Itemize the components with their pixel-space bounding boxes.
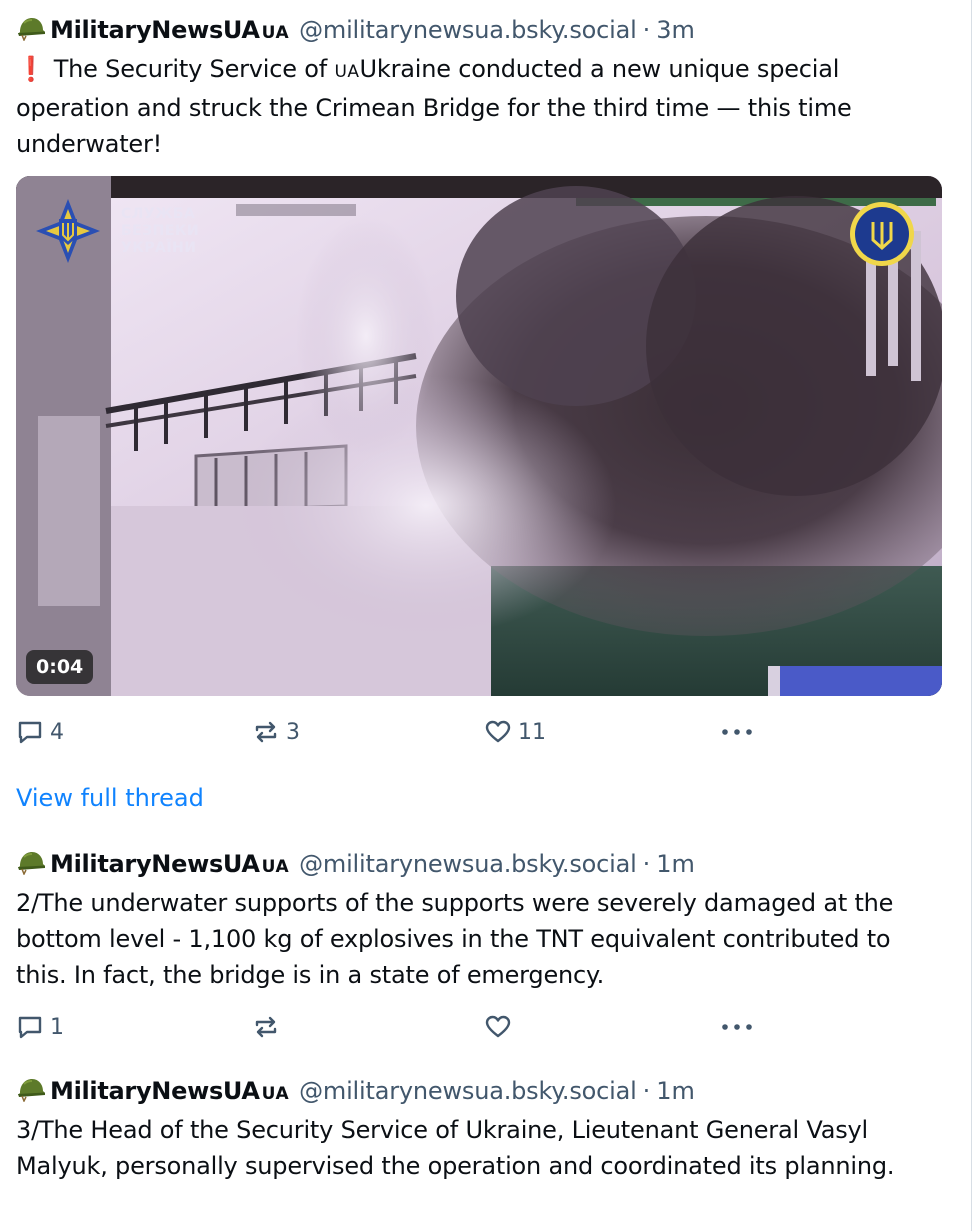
- watermark-line: УКРАЇНИ: [121, 240, 197, 256]
- watermark-line: СЛУЖБА: [121, 206, 196, 222]
- post-2[interactable]: MilitaryNewsUA UA @militarynewsua.bsky.s…: [16, 846, 946, 1049]
- video-player[interactable]: СЛУЖБА БЕЗПЕКИ УКРАЇНИ 0:04: [16, 176, 942, 696]
- author-name[interactable]: MilitaryNewsUA: [50, 16, 260, 44]
- repost-count: 3: [286, 719, 300, 745]
- post-time[interactable]: 1m: [656, 850, 695, 878]
- post-actions: 4 3 11: [16, 714, 946, 754]
- repost-button[interactable]: 3: [252, 718, 300, 746]
- more-button[interactable]: [720, 718, 754, 746]
- repost-icon: [255, 1016, 277, 1038]
- author-handle[interactable]: @militarynewsua.bsky.social: [299, 850, 637, 878]
- exclamation-icon: ❗: [16, 55, 46, 83]
- post-header: MilitaryNewsUA UA @militarynewsua.bsky.s…: [16, 846, 946, 880]
- more-button[interactable]: [720, 1013, 754, 1041]
- reply-icon: [18, 1016, 42, 1039]
- flag-code: UA: [261, 1084, 290, 1104]
- view-full-thread-link[interactable]: View full thread: [16, 784, 204, 812]
- post-time[interactable]: 3m: [656, 16, 695, 44]
- post-1[interactable]: MilitaryNewsUA UA @militarynewsua.bsky.s…: [16, 12, 946, 754]
- reply-count: 4: [50, 719, 64, 745]
- post-header: MilitaryNewsUA UA @militarynewsua.bsky.s…: [16, 12, 946, 46]
- post-text-part: The Security Service of: [53, 55, 335, 83]
- reply-button[interactable]: 4: [16, 718, 64, 746]
- post-header: MilitaryNewsUA UA @militarynewsua.bsky.s…: [16, 1073, 946, 1107]
- post-text: 3/The Head of the Security Service of Uk…: [16, 1116, 895, 1180]
- repost-icon: [255, 721, 277, 743]
- helmet-icon: [16, 849, 46, 876]
- heart-icon: [485, 720, 511, 743]
- post-actions: 1: [16, 1009, 946, 1049]
- author-handle[interactable]: @militarynewsua.bsky.social: [299, 1077, 637, 1105]
- post-3[interactable]: MilitaryNewsUA UA @militarynewsua.bsky.s…: [16, 1073, 946, 1184]
- like-button[interactable]: [484, 1013, 518, 1041]
- watermark-line: БЕЗПЕКИ: [121, 223, 200, 239]
- separator-dot: ·: [642, 850, 651, 878]
- reply-icon: [18, 721, 42, 744]
- flag-code-inline: UA: [334, 62, 360, 82]
- more-icon: [722, 729, 752, 735]
- more-icon: [722, 1024, 752, 1030]
- repost-button[interactable]: [252, 1013, 286, 1041]
- reply-button[interactable]: 1: [16, 1013, 64, 1041]
- author-name[interactable]: MilitaryNewsUA: [50, 1077, 260, 1105]
- like-count: 11: [518, 719, 546, 745]
- video-duration: 0:04: [26, 650, 94, 684]
- author-handle[interactable]: @militarynewsua.bsky.social: [299, 16, 637, 44]
- sbu-watermark: СЛУЖБА БЕЗПЕКИ УКРАЇНИ: [121, 206, 199, 257]
- helmet-icon: [16, 1076, 46, 1103]
- post-time[interactable]: 1m: [656, 1077, 695, 1105]
- flag-code: UA: [261, 23, 290, 43]
- post-text: ❗ The Security Service of UAUkraine condu…: [16, 51, 946, 162]
- helmet-icon: [16, 15, 46, 42]
- like-button[interactable]: 11: [484, 718, 546, 746]
- heart-icon: [485, 1015, 511, 1038]
- author-name[interactable]: MilitaryNewsUA: [50, 850, 260, 878]
- post-text: 2/The underwater supports of the support…: [16, 889, 894, 989]
- right-divider: [971, 0, 972, 1231]
- separator-dot: ·: [642, 1077, 651, 1105]
- reply-count: 1: [50, 1014, 64, 1040]
- flag-code: UA: [261, 857, 290, 877]
- separator-dot: ·: [642, 16, 651, 44]
